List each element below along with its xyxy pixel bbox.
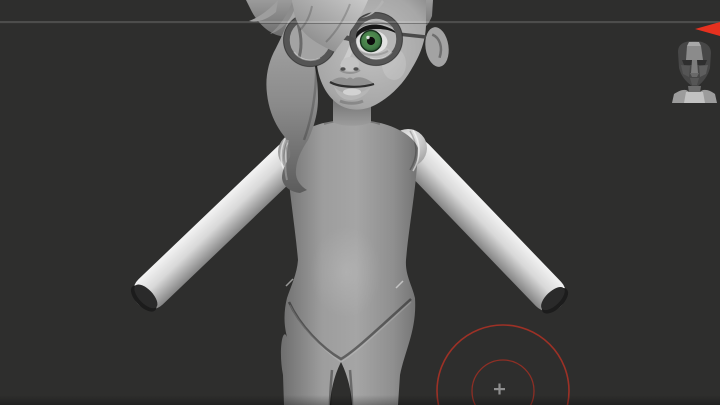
- sculpt-viewport[interactable]: [0, 0, 720, 405]
- crosshair-icon: [494, 383, 505, 395]
- brush-inner-ring: [471, 359, 535, 405]
- brush-cursor: [436, 324, 570, 405]
- brush-outer-ring: [436, 324, 570, 405]
